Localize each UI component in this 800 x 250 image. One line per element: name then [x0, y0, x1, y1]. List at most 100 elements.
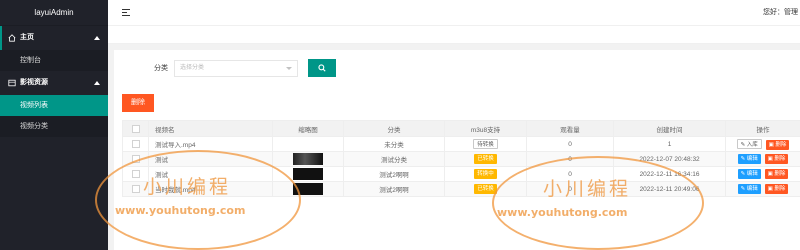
delete-button[interactable]: ▣ 删除 [764, 184, 789, 194]
view-count: 0 [526, 181, 614, 197]
video-category: 未分类 [343, 136, 445, 152]
content-card: 分类 选择分类 删除 视频名 缩略图 分类 m3u8支持 观看量 创建时间 操作 [114, 50, 800, 250]
video-category: 测试2啊啊 [343, 166, 445, 182]
pencil-icon: ✎ [740, 171, 746, 177]
edit-button[interactable]: ✎ 编辑 [737, 169, 761, 179]
filter-label: 分类 [154, 65, 168, 72]
edit-button[interactable]: ✎ 编辑 [737, 154, 761, 164]
trash-icon: ▣ [768, 141, 774, 148]
view-count: 0 [526, 136, 614, 152]
sidebar: layuiAdmin 主页 控制台 影视资源 视频列表 视频分类 [0, 0, 108, 250]
sidebar-submenu-film: 视频列表 视频分类 [0, 95, 108, 137]
thumbnail-cell [272, 136, 344, 152]
column-header: 缩略图 [272, 120, 344, 137]
row-checkbox[interactable] [131, 170, 140, 178]
actions-cell: ✎ 编辑 ▣ 删除 [725, 166, 800, 182]
table-row: 当时我就.mp4 测试2啊啊 已转换 0 2022-12-11 20:49:06… [122, 181, 800, 197]
m3u8-status-badge[interactable]: 待转换 [473, 139, 498, 149]
thumbnail-cell [272, 166, 344, 182]
select-all-cell [122, 120, 149, 137]
chevron-up-icon [94, 81, 100, 85]
search-icon [318, 64, 326, 72]
edit-button-label: 编辑 [746, 156, 758, 162]
delete-button-label: 删除 [775, 141, 787, 148]
menu-icon[interactable] [122, 9, 130, 16]
row-checkbox-cell [122, 151, 149, 167]
m3u8-status-badge: 已转换 [474, 184, 497, 194]
filter-row: 分类 选择分类 [154, 59, 336, 77]
thumbnail-cell [272, 181, 344, 197]
column-header: 分类 [343, 120, 445, 137]
video-name: 测试导入.mp4 [148, 136, 273, 152]
edit-button-label: 编辑 [746, 186, 758, 192]
table-header-row: 视频名 缩略图 分类 m3u8支持 观看量 创建时间 操作 [122, 120, 800, 137]
video-name: 测试 [148, 151, 273, 167]
sidebar-item-video-category[interactable]: 视频分类 [0, 116, 108, 137]
sidebar-group-label: 主页 [20, 34, 34, 41]
video-table: 视频名 缩略图 分类 m3u8支持 观看量 创建时间 操作 测试导入.mp4 未… [122, 120, 800, 197]
column-header: 观看量 [526, 120, 614, 137]
sidebar-group-film[interactable]: 影视资源 [0, 71, 108, 95]
video-name: 当时我就.mp4 [148, 181, 273, 197]
video-name: 测试 [148, 166, 273, 182]
pencil-icon: ✎ [740, 156, 746, 162]
row-checkbox-cell [122, 136, 149, 152]
edit-button-label: 编辑 [746, 171, 758, 177]
app-logo[interactable]: layuiAdmin [0, 0, 108, 26]
m3u8-cell: 转换中 [444, 166, 527, 182]
import-button[interactable]: ✎ 入库 [736, 138, 762, 149]
edit-button[interactable]: ✎ 编辑 [737, 184, 761, 194]
row-checkbox-cell [122, 181, 149, 197]
column-header: m3u8支持 [444, 120, 527, 137]
row-checkbox[interactable] [131, 155, 140, 163]
trash-icon: ▣ [767, 171, 773, 177]
trash-icon: ▣ [767, 156, 773, 162]
video-thumbnail[interactable] [293, 183, 323, 195]
sidebar-item-console[interactable]: 控制台 [0, 50, 108, 71]
home-icon [8, 34, 16, 42]
row-checkbox[interactable] [131, 140, 140, 148]
sidebar-group-label: 影视资源 [20, 79, 48, 86]
column-header: 创建时间 [613, 120, 726, 137]
actions-cell: ✎ 入库 ▣ 删除 [725, 136, 800, 152]
thumbnail-cell [272, 151, 344, 167]
sidebar-group-home[interactable]: 主页 [0, 26, 108, 50]
delete-button[interactable]: ▣ 删除 [764, 154, 789, 164]
created-time: 2022-12-07 20:48:32 [613, 151, 726, 167]
video-category: 测试2啊啊 [343, 181, 445, 197]
batch-delete-button[interactable]: 删除 [122, 94, 154, 112]
delete-button[interactable]: ▣ 删除 [764, 169, 789, 179]
trash-icon: ▣ [767, 186, 773, 192]
category-select-placeholder: 选择分类 [180, 64, 205, 71]
video-thumbnail[interactable] [293, 153, 323, 165]
pencil-icon: ✎ [740, 141, 746, 148]
m3u8-cell: 已转换 [444, 181, 527, 197]
delete-button-label: 删除 [774, 186, 786, 192]
view-count: 0 [526, 166, 614, 182]
video-category: 测试分类 [343, 151, 445, 167]
column-header: 视频名 [148, 120, 273, 137]
import-button-label: 入库 [746, 141, 758, 148]
m3u8-cell: 待转换 [444, 136, 527, 152]
delete-button-label: 删除 [774, 156, 786, 162]
delete-button[interactable]: ▣ 删除 [765, 139, 790, 150]
tabs-strip [108, 26, 800, 44]
film-icon [8, 79, 16, 87]
delete-button-label: 删除 [774, 171, 786, 177]
table-row: 测试导入.mp4 未分类 待转换 0 1 ✎ 入库 ▣ 删除 [122, 136, 800, 152]
created-time: 1 [613, 136, 726, 152]
user-greeting[interactable]: 您好：管理 [763, 7, 798, 17]
m3u8-status-badge: 转换中 [474, 169, 497, 179]
row-checkbox[interactable] [131, 185, 140, 193]
sidebar-submenu-home: 控制台 [0, 50, 108, 71]
chevron-down-icon [286, 66, 292, 70]
category-select[interactable]: 选择分类 [174, 59, 298, 77]
actions-cell: ✎ 编辑 ▣ 删除 [725, 151, 800, 167]
table-row: 测试 测试2啊啊 转换中 0 2022-12-11 16:34:16 ✎ 编辑 … [122, 166, 800, 182]
video-thumbnail[interactable] [293, 168, 323, 180]
actions-cell: ✎ 编辑 ▣ 删除 [725, 181, 800, 197]
search-button[interactable] [308, 59, 336, 77]
select-all-checkbox[interactable] [131, 124, 140, 133]
top-header: 您好：管理 [108, 0, 800, 26]
sidebar-item-video-list[interactable]: 视频列表 [0, 95, 108, 116]
